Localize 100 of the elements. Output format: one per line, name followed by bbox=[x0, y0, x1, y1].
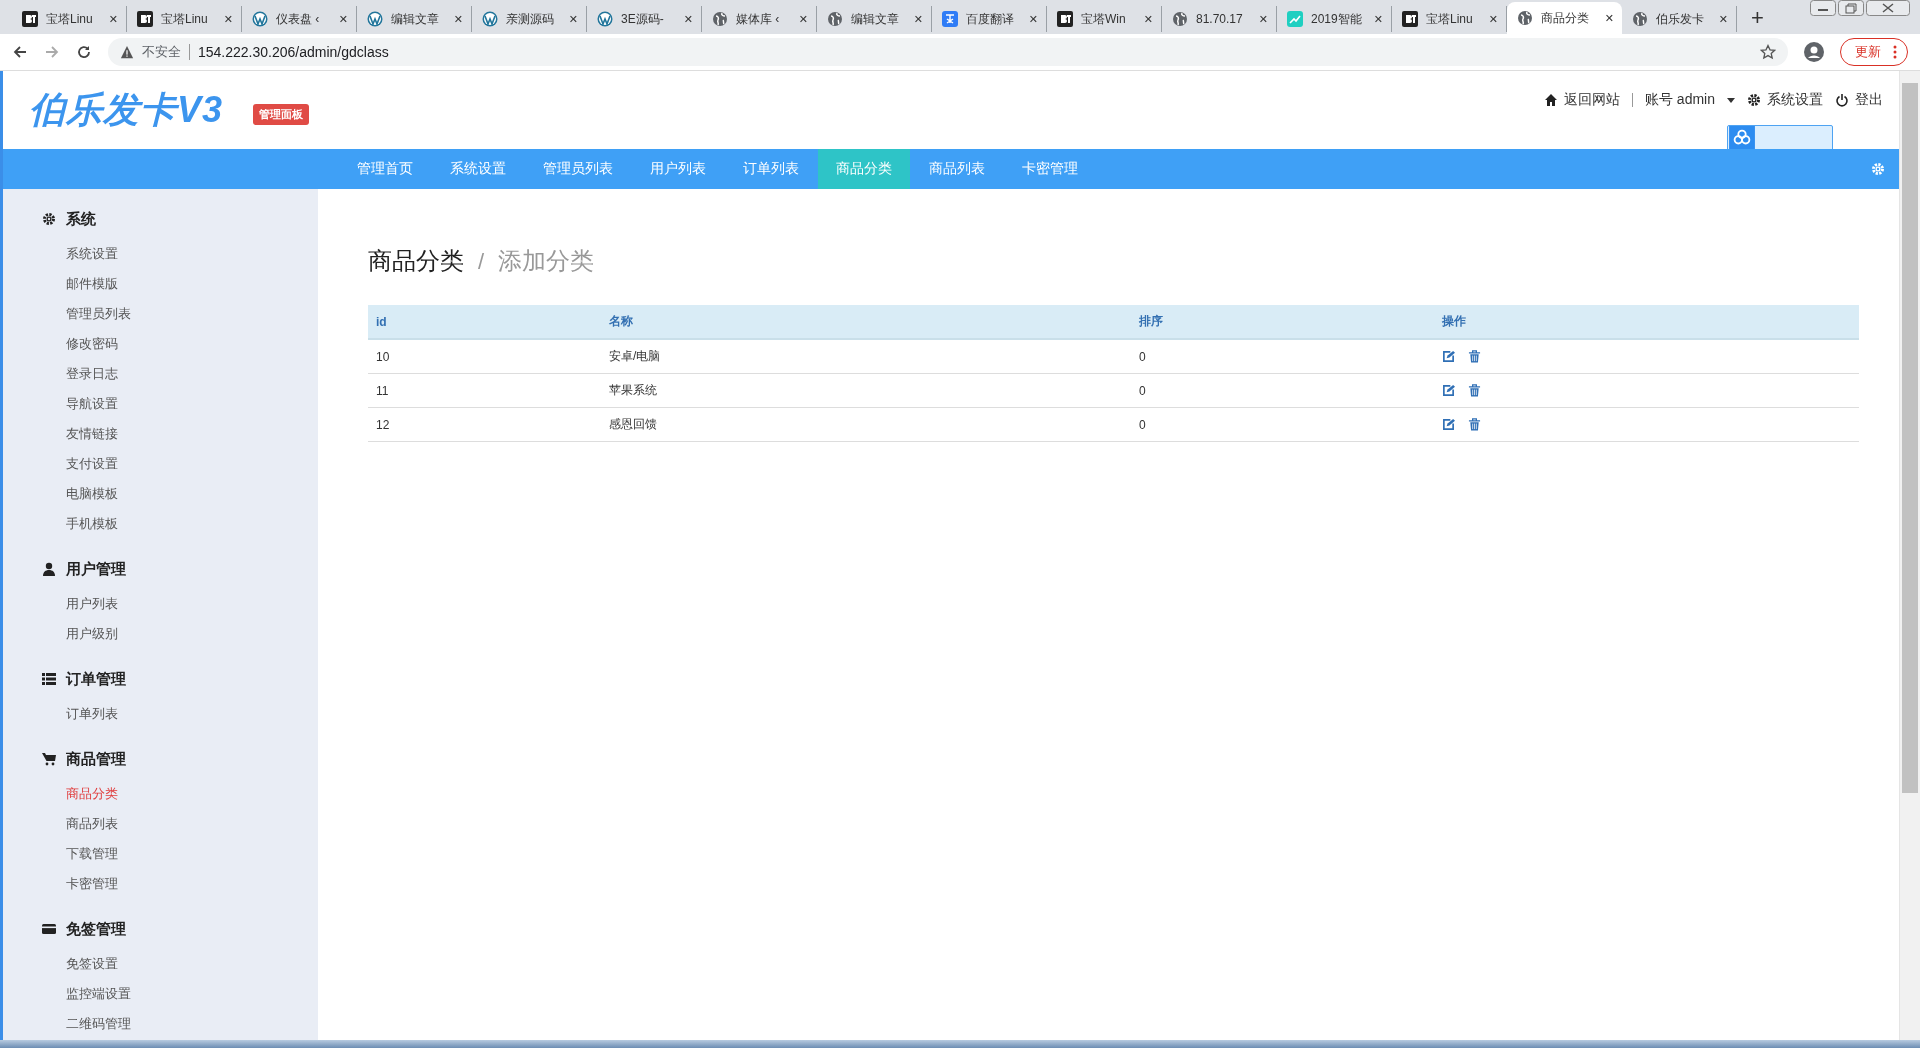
edit-icon[interactable] bbox=[1442, 350, 1455, 363]
browser-tab[interactable]: 3E源码- ✕ bbox=[587, 6, 702, 32]
tab-title: 媒体库 ‹ bbox=[736, 10, 781, 28]
table-cell: 10 bbox=[368, 339, 601, 374]
sidebar-item[interactable]: 用户级别 bbox=[66, 619, 318, 649]
tab-title: 3E源码- bbox=[621, 10, 665, 28]
sidebar-item[interactable]: 商品列表 bbox=[66, 809, 318, 839]
header-link[interactable]: 账号 admin bbox=[1644, 91, 1735, 109]
settings-icon bbox=[1747, 93, 1761, 107]
sidebar-item[interactable]: 友情链接 bbox=[66, 419, 318, 449]
restore-icon[interactable] bbox=[1838, 0, 1864, 16]
sidebar-item[interactable]: 管理员列表 bbox=[66, 299, 318, 329]
close-icon[interactable]: ✕ bbox=[1604, 11, 1614, 25]
close-icon[interactable] bbox=[1866, 0, 1910, 16]
sidebar-item[interactable]: 下载管理 bbox=[66, 839, 318, 869]
browser-tab[interactable]: 宝塔Linu ✕ bbox=[12, 6, 127, 32]
sidebar-item[interactable]: 用户列表 bbox=[66, 589, 318, 619]
sidebar-item[interactable]: 系统设置 bbox=[66, 239, 318, 269]
edit-icon[interactable] bbox=[1442, 418, 1455, 431]
home-icon bbox=[1543, 93, 1558, 107]
address-bar[interactable]: 不安全 154.222.30.206/admin/gdclass bbox=[108, 38, 1788, 66]
close-icon[interactable]: ✕ bbox=[338, 12, 348, 26]
header-link[interactable]: 系统设置 bbox=[1747, 91, 1823, 109]
sidebar-item[interactable]: 卡密管理 bbox=[66, 869, 318, 899]
sidebar-item[interactable]: 订单列表 bbox=[66, 699, 318, 729]
minimize-icon[interactable] bbox=[1810, 0, 1836, 16]
admin-badge: 管理面板 bbox=[253, 103, 310, 125]
delete-icon[interactable] bbox=[1468, 350, 1481, 363]
close-icon[interactable]: ✕ bbox=[913, 12, 923, 26]
close-icon[interactable]: ✕ bbox=[1028, 12, 1038, 26]
close-icon[interactable]: ✕ bbox=[108, 12, 118, 26]
close-icon[interactable]: ✕ bbox=[223, 12, 233, 26]
sidebar-item[interactable]: 支付设置 bbox=[66, 449, 318, 479]
sidebar-item[interactable]: 登录日志 bbox=[66, 359, 318, 389]
browser-tab[interactable]: 2019智能 ✕ bbox=[1277, 6, 1392, 32]
table-cell: 0 bbox=[1131, 339, 1434, 374]
close-icon[interactable]: ✕ bbox=[1488, 12, 1498, 26]
bt-logo-icon bbox=[22, 11, 38, 27]
browser-tab[interactable]: 编辑文章 ✕ bbox=[817, 6, 932, 32]
edit-icon[interactable] bbox=[1442, 384, 1455, 397]
reload-icon[interactable] bbox=[76, 44, 92, 60]
tab-title: 宝塔Win bbox=[1081, 10, 1127, 28]
sidebar-heading: 用户管理 bbox=[66, 559, 126, 579]
table-cell: 12 bbox=[368, 407, 601, 442]
wordpress-logo-icon bbox=[367, 11, 383, 27]
header-link[interactable]: 返回网站 bbox=[1543, 91, 1620, 109]
browser-tab[interactable]: 宝塔Linu ✕ bbox=[1392, 6, 1507, 32]
browser-tab[interactable]: 宝塔Linu ✕ bbox=[127, 6, 242, 32]
browser-tab[interactable]: 商品分类 ✕ bbox=[1507, 2, 1622, 34]
settings-icon[interactable] bbox=[1871, 162, 1885, 176]
sidebar-item[interactable]: 免签设置 bbox=[66, 949, 318, 979]
close-icon[interactable]: ✕ bbox=[683, 12, 693, 26]
cloud-widget[interactable] bbox=[1727, 125, 1833, 151]
browser-tab[interactable]: 亲测源码 ✕ bbox=[472, 6, 587, 32]
back-icon[interactable] bbox=[12, 44, 28, 60]
close-icon[interactable]: ✕ bbox=[1143, 12, 1153, 26]
close-icon[interactable]: ✕ bbox=[798, 12, 808, 26]
browser-tab[interactable]: 百度翻译 ✕ bbox=[932, 6, 1047, 32]
star-icon[interactable] bbox=[1760, 44, 1776, 60]
delete-icon[interactable] bbox=[1468, 384, 1481, 397]
sidebar-item[interactable]: 监控端设置 bbox=[66, 979, 318, 1009]
header-link[interactable]: 登出 bbox=[1835, 91, 1883, 109]
table-cell: 苹果系统 bbox=[601, 373, 1131, 408]
scrollbar[interactable] bbox=[1899, 71, 1920, 1040]
more-icon[interactable] bbox=[1893, 45, 1897, 59]
browser-tab[interactable]: 编辑文章 ✕ bbox=[357, 6, 472, 32]
tab-title: 编辑文章 bbox=[851, 10, 900, 28]
close-icon[interactable]: ✕ bbox=[568, 12, 578, 26]
tab-title: 编辑文章 bbox=[391, 10, 440, 28]
power-icon bbox=[1835, 93, 1849, 107]
close-icon[interactable]: ✕ bbox=[453, 12, 463, 26]
delete-icon[interactable] bbox=[1468, 418, 1481, 431]
new-tab-button[interactable]: + bbox=[1751, 6, 1764, 30]
close-icon[interactable]: ✕ bbox=[1718, 12, 1728, 26]
browser-tab[interactable]: 宝塔Win ✕ bbox=[1047, 6, 1162, 32]
sidebar-heading: 订单管理 bbox=[66, 669, 126, 689]
browser-tab[interactable]: 伯乐发卡 ✕ bbox=[1622, 6, 1737, 32]
bt-logo-icon bbox=[1402, 11, 1418, 27]
sidebar-item[interactable]: 电脑模板 bbox=[66, 479, 318, 509]
globe-icon bbox=[1632, 11, 1648, 27]
sidebar-item[interactable]: 导航设置 bbox=[66, 389, 318, 419]
sidebar-item[interactable]: 修改密码 bbox=[66, 329, 318, 359]
page-title: 商品分类 bbox=[368, 246, 464, 276]
profile-icon[interactable] bbox=[1804, 42, 1824, 62]
chart-icon bbox=[1287, 11, 1303, 27]
warning-icon bbox=[120, 45, 134, 59]
sidebar-item[interactable]: 手机模板 bbox=[66, 509, 318, 539]
sidebar-item[interactable]: 商品分类 bbox=[66, 779, 318, 809]
close-icon[interactable]: ✕ bbox=[1373, 12, 1383, 26]
browser-tab[interactable]: 仪表盘 ‹ ✕ bbox=[242, 6, 357, 32]
sidebar-item[interactable]: 邮件模版 bbox=[66, 269, 318, 299]
tab-title: 亲测源码 bbox=[506, 10, 555, 28]
browser-tab[interactable]: 81.70.17 ✕ bbox=[1162, 6, 1277, 32]
list-icon bbox=[42, 672, 56, 686]
sidebar-item[interactable]: 二维码管理 bbox=[66, 1009, 318, 1039]
close-icon[interactable]: ✕ bbox=[1258, 12, 1268, 26]
tab-title: 商品分类 bbox=[1541, 9, 1590, 27]
tab-title: 仪表盘 ‹ bbox=[276, 10, 321, 28]
globe-icon bbox=[1517, 10, 1533, 26]
browser-tab[interactable]: 媒体库 ‹ ✕ bbox=[702, 6, 817, 32]
